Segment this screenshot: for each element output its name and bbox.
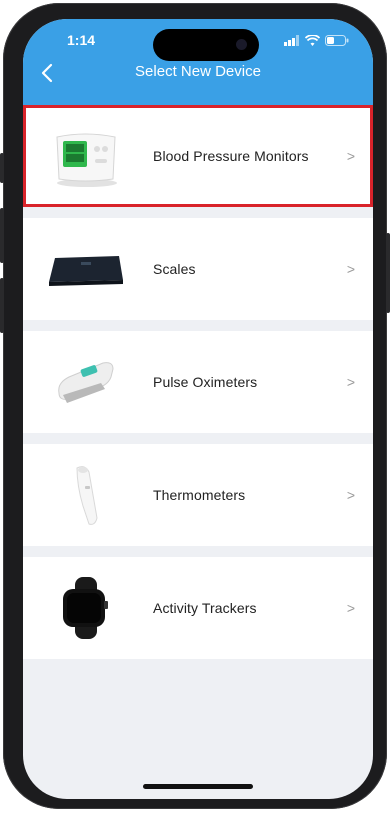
side-button-volume-down <box>0 278 4 333</box>
device-label: Blood Pressure Monitors <box>153 148 309 164</box>
thermometer-image <box>45 462 125 528</box>
status-icons <box>284 35 349 46</box>
device-row-scales[interactable]: Scales > <box>23 218 373 320</box>
device-label: Pulse Oximeters <box>153 374 258 390</box>
device-label: Thermometers <box>153 487 246 503</box>
status-time: 1:14 <box>67 32 96 48</box>
device-label: Activity Trackers <box>153 600 257 616</box>
blood-pressure-monitor-image <box>45 123 125 189</box>
device-row-pulse-oximeters[interactable]: Pulse Oximeters > <box>23 331 373 433</box>
wifi-icon <box>305 35 320 46</box>
device-row-blood-pressure-monitors[interactable]: Blood Pressure Monitors > <box>23 105 373 207</box>
home-indicator[interactable] <box>143 784 253 789</box>
device-label: Scales <box>153 261 196 277</box>
screen: 1:14 Select New Device Blood Pressure Mo… <box>23 19 373 799</box>
chevron-right-icon: > <box>346 600 355 616</box>
signal-icon <box>284 35 299 46</box>
scale-image <box>45 236 125 302</box>
device-row-thermometers[interactable]: Thermometers > <box>23 444 373 546</box>
phone-frame: 1:14 Select New Device Blood Pressure Mo… <box>0 3 390 809</box>
battery-icon <box>325 35 349 46</box>
dynamic-island <box>153 29 259 61</box>
side-button-power <box>386 233 390 313</box>
activity-tracker-image <box>45 575 125 641</box>
page-title: Select New Device <box>135 63 261 80</box>
side-button-volume-up <box>0 208 4 263</box>
chevron-right-icon: > <box>346 374 355 390</box>
chevron-right-icon: > <box>346 148 355 164</box>
side-button-silent <box>0 153 4 183</box>
pulse-oximeter-image <box>45 349 125 415</box>
chevron-right-icon: > <box>346 261 355 277</box>
device-list: Blood Pressure Monitors > Scales > Pulse… <box>23 105 373 670</box>
chevron-right-icon: > <box>346 487 355 503</box>
camera-icon <box>236 39 247 50</box>
header-bar: 1:14 Select New Device <box>23 19 373 105</box>
device-row-activity-trackers[interactable]: Activity Trackers > <box>23 557 373 659</box>
